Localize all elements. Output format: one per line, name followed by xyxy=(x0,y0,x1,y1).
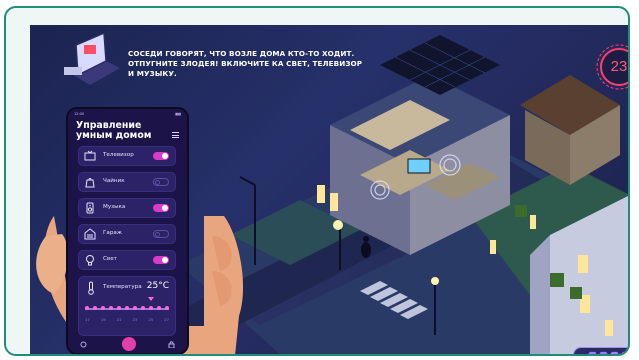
smart-home-phone: 12:00 ▮▮▮ Управление умным домом Телевиз… xyxy=(66,107,189,354)
temperature-card: Температура 25°C 17 19 21 23 25 27 xyxy=(78,276,176,336)
device-card-music[interactable]: Музыка xyxy=(78,198,176,218)
device-label: Свет xyxy=(103,256,117,262)
lock-icon[interactable] xyxy=(168,341,175,348)
temperature-step-dot xyxy=(133,306,137,310)
speaker-icon xyxy=(86,202,94,214)
device-card-kettle[interactable]: Чайник xyxy=(78,172,176,192)
home-button[interactable] xyxy=(122,337,136,351)
temperature-step-dot xyxy=(93,306,97,310)
settings-icon[interactable] xyxy=(80,341,87,348)
temperature-tick-label: 23 xyxy=(132,317,138,322)
life-gem-icon xyxy=(609,351,619,354)
signal-icon: ▮▮▮ xyxy=(175,112,181,116)
device-card-light[interactable]: Свет xyxy=(78,250,176,270)
temperature-value: 25°C xyxy=(146,281,169,291)
life-gem-icon xyxy=(587,351,597,354)
phone-nav-bar xyxy=(68,335,187,353)
device-card-garage[interactable]: Гараж xyxy=(78,224,176,244)
temperature-slider[interactable] xyxy=(85,306,169,310)
game-frame: Соседи говорят, что возле дома кто-то хо… xyxy=(4,6,630,356)
temperature-step-dot xyxy=(101,306,105,310)
temperature-step-dot xyxy=(125,306,129,310)
music-toggle[interactable] xyxy=(153,204,169,212)
life-gem-icon xyxy=(598,351,608,354)
temperature-label: Температура xyxy=(103,284,142,290)
temperature-scale: 17 19 21 23 25 27 xyxy=(85,317,169,322)
device-label: Чайник xyxy=(103,178,125,184)
temperature-step-dot xyxy=(157,306,161,310)
app-title: Управление умным домом xyxy=(76,120,152,141)
temperature-step-dot xyxy=(149,306,153,310)
device-label: Музыка xyxy=(103,204,126,210)
temperature-tick-label: 21 xyxy=(116,317,122,322)
countdown-timer: 23 xyxy=(600,48,628,86)
temperature-step-dot xyxy=(85,306,89,310)
phone-status-bar: 12:00 ▮▮▮ xyxy=(74,112,181,118)
device-label: Телевизор xyxy=(103,152,134,158)
tv-toggle[interactable] xyxy=(153,152,169,160)
garage-icon xyxy=(84,228,96,240)
life-gem-icon xyxy=(620,351,628,354)
thermometer-icon xyxy=(88,281,94,295)
light-toggle[interactable] xyxy=(153,256,169,264)
temperature-marker-icon xyxy=(148,297,154,301)
status-time: 12:00 xyxy=(74,112,85,116)
temperature-tick-label: 25 xyxy=(148,317,154,322)
lives-indicator xyxy=(573,347,628,354)
temperature-tick-label: 27 xyxy=(164,317,169,322)
temperature-step-dot xyxy=(165,306,169,310)
menu-icon[interactable] xyxy=(172,132,179,138)
kettle-icon xyxy=(85,178,95,188)
message-icon xyxy=(64,33,120,85)
temperature-tick-label: 17 xyxy=(85,317,90,322)
mission-message: Соседи говорят, что возле дома кто-то хо… xyxy=(128,49,363,78)
device-card-tv[interactable]: Телевизор xyxy=(78,146,176,166)
lightbulb-icon xyxy=(86,255,94,266)
kettle-toggle[interactable] xyxy=(153,178,169,186)
garage-toggle[interactable] xyxy=(153,230,169,238)
temperature-step-dot xyxy=(141,306,145,310)
tv-icon xyxy=(84,150,96,161)
temperature-tick-label: 19 xyxy=(100,317,106,322)
device-label: Гараж xyxy=(103,230,122,236)
temperature-step-dot xyxy=(117,306,121,310)
temperature-step-dot xyxy=(109,306,113,310)
